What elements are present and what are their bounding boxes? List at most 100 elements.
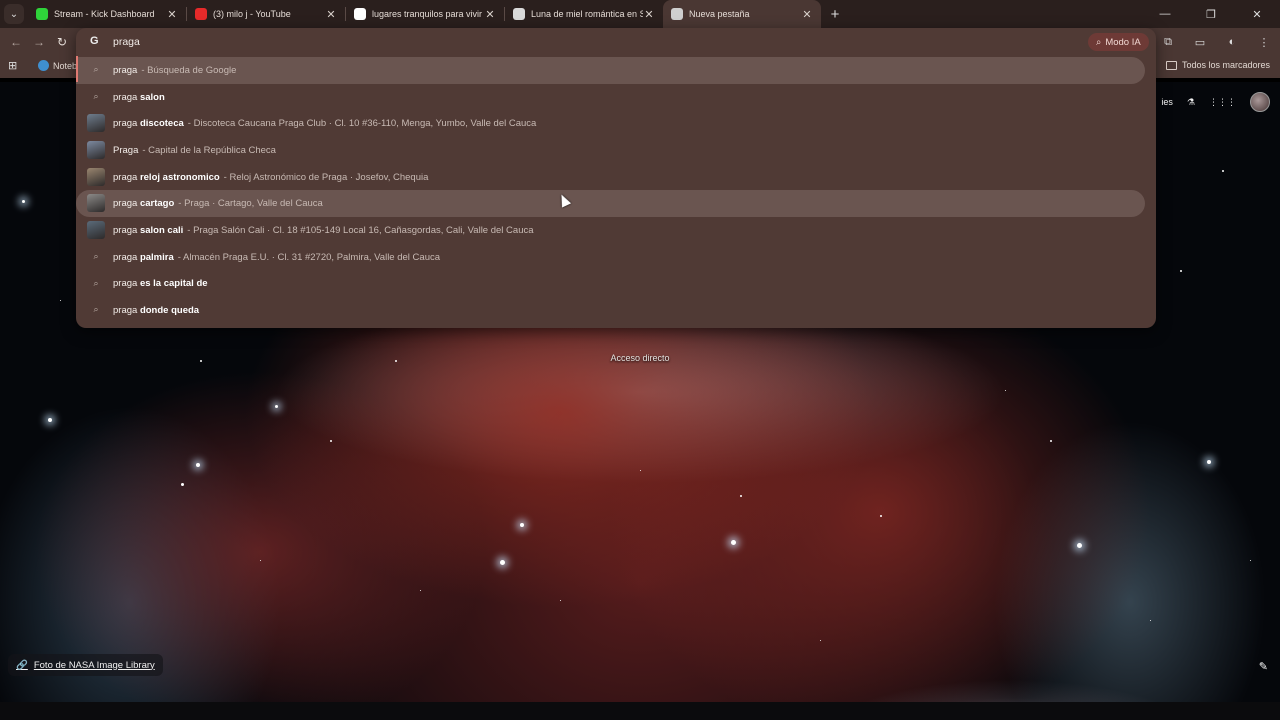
star <box>200 360 202 362</box>
suggestion-detail: - Almacén Praga E.U. · Cl. 31 #2720, Pal… <box>177 251 441 263</box>
suggestion-row[interactable]: ⌕ praga salon <box>76 84 1156 111</box>
suggestion-row[interactable]: ⌕ praga - Búsqueda de Google <box>76 57 1145 84</box>
suggestion-completion: es la capital de <box>139 278 208 290</box>
suggestion-text: praga salon cali <box>113 225 183 236</box>
apps-grid-icon[interactable]: ⊞ <box>8 60 20 72</box>
suggestion-detail: - Capital de la República Checa <box>142 144 276 156</box>
star <box>1005 390 1006 391</box>
star <box>260 560 261 561</box>
close-tab-icon[interactable]: ✕ <box>325 8 337 21</box>
search-icon: ⌕ <box>93 304 99 315</box>
tab-item[interactable]: Stream - Kick Dashboard ✕ <box>28 0 186 28</box>
tab-search-button[interactable]: ⌄ <box>4 4 24 24</box>
tab-title: Stream - Kick Dashboard <box>54 9 155 19</box>
edit-pencil-icon[interactable]: ✎ <box>1259 660 1268 673</box>
suggestion-thumbnail <box>87 114 105 133</box>
star <box>196 463 200 467</box>
suggestion-row[interactable]: praga salon cali - Praga Salón Cali · Cl.… <box>76 217 1156 244</box>
close-tab-icon[interactable]: ✕ <box>166 8 178 21</box>
suggestion-row[interactable]: praga cartago - Praga · Cartago, Valle de… <box>76 190 1145 218</box>
bookmark-favicon-icon <box>38 60 49 71</box>
avatar[interactable] <box>1250 92 1270 112</box>
labs-flask-icon[interactable]: ⚗ <box>1187 97 1195 108</box>
star <box>48 418 52 422</box>
extensions-icon[interactable]: ⧉ <box>1156 36 1180 49</box>
star <box>1180 270 1182 272</box>
star <box>1077 543 1082 548</box>
google-icon <box>354 8 366 20</box>
star <box>1050 440 1052 442</box>
restore-icon[interactable]: ❐ <box>1188 8 1234 21</box>
new-tab-button[interactable]: + <box>825 6 845 23</box>
suggestion-query: praga <box>113 305 138 317</box>
omnibox-input[interactable]: G praga <box>76 28 1156 56</box>
star <box>1207 460 1211 464</box>
star <box>1222 170 1224 172</box>
chevron-down-icon: ⌄ <box>9 8 19 20</box>
suggestion-thumbnail <box>87 221 105 240</box>
side-panel-icon[interactable]: ▭ <box>1188 36 1212 49</box>
site-icon <box>513 8 525 20</box>
suggestion-detail: - Praga Salón Cali · Cl. 18 #105-149 Loc… <box>187 224 534 236</box>
suggestion-row[interactable]: praga discoteca - Discoteca Caucana Praga… <box>76 110 1156 137</box>
menu-icon[interactable]: ⋮ <box>1252 36 1276 49</box>
photo-credit-link[interactable]: 🔗 Foto de NASA Image Library <box>8 654 163 676</box>
tab-item[interactable]: Luna de miel romántica en Suiz✕ <box>505 0 663 28</box>
tab-item[interactable]: (3) milo j - YouTube ✕ <box>187 0 345 28</box>
youtube-icon <box>195 8 207 20</box>
suggestion-detail: - Discoteca Caucana Praga Club · Cl. 10 … <box>187 118 537 130</box>
suggestion-query: praga <box>113 171 138 183</box>
search-icon: ⌕ <box>93 250 99 261</box>
ntp-top-right: ies ⚗ ⋮⋮⋮ <box>1161 92 1270 112</box>
all-bookmarks-button[interactable]: Todos los marcadores <box>1165 60 1270 70</box>
suggestion-thumbnail <box>87 167 105 186</box>
star <box>330 440 332 442</box>
kick-icon <box>36 8 48 20</box>
all-bookmarks-label: Todos los marcadores <box>1181 60 1270 70</box>
suggestion-detail: - Praga · Cartago, Valle del Cauca <box>178 198 323 210</box>
suggestion-text: Praga <box>113 145 138 156</box>
star <box>820 640 821 641</box>
tab-item[interactable]: lugares tranquilos para vivir en ✕ <box>346 0 504 28</box>
bookmark-item[interactable]: Noteb <box>38 60 77 71</box>
star <box>560 600 561 601</box>
close-tab-icon[interactable]: ✕ <box>484 8 496 21</box>
star <box>1250 560 1251 561</box>
star <box>60 300 61 301</box>
star <box>640 470 641 471</box>
suggestion-completion: donde queda <box>139 305 200 317</box>
suggestion-row[interactable]: ⌕ praga donde queda <box>76 297 1156 324</box>
tab-title: (3) milo j - YouTube <box>213 9 291 19</box>
apps-grid-icon[interactable]: ⋮⋮⋮ <box>1209 97 1236 108</box>
reload-icon[interactable]: ↻ <box>54 34 70 50</box>
bookmark-label: Noteb <box>53 60 78 71</box>
shortcut-label[interactable]: Acceso directo <box>600 353 680 363</box>
suggestion-query: praga <box>113 91 138 103</box>
partial-link-label[interactable]: ies <box>1161 97 1173 107</box>
suggestion-row[interactable]: Praga - Capital de la República Checa <box>76 137 1156 164</box>
minimize-icon[interactable]: — <box>1142 8 1188 20</box>
ai-mode-button[interactable]: ⌕ Modo IA <box>1088 33 1149 51</box>
suggestion-list: ⌕ praga - Búsqueda de Google ⌕ praga salon pr… <box>76 57 1156 324</box>
suggestion-completion: reloj astronomico <box>139 171 220 183</box>
star <box>181 483 184 486</box>
tab-item[interactable]: Nueva pestaña ✕ <box>663 0 821 28</box>
forward-arrow-icon[interactable]: → <box>31 34 47 50</box>
tab-strip: ⌄ Stream - Kick Dashboard ✕ (3) milo j - Y… <box>0 0 1280 28</box>
search-icon: ⌕ <box>93 277 99 288</box>
chrome-icon <box>671 8 683 20</box>
suggestion-row[interactable]: ⌕ praga es la capital de <box>76 271 1156 298</box>
suggestion-detail: - Búsqueda de Google <box>141 64 237 76</box>
suggestion-row[interactable]: praga reloj astronomico - Reloj Astronómi… <box>76 164 1156 191</box>
suggestion-text: praga es la capital de <box>113 278 208 289</box>
close-tab-icon[interactable]: ✕ <box>643 8 655 21</box>
back-arrow-icon[interactable]: ← <box>8 34 24 50</box>
profile-icon[interactable]: ◐ <box>1220 36 1244 48</box>
focus-accent <box>76 56 78 82</box>
taskbar-strip <box>0 702 1280 720</box>
suggestion-row[interactable]: ⌕ praga palmira - Almacén Praga E.U. · Cl.… <box>76 244 1156 271</box>
close-window-icon[interactable]: ✕ <box>1234 8 1280 21</box>
suggestion-text: praga discoteca <box>113 118 184 129</box>
close-tab-icon[interactable]: ✕ <box>801 8 813 21</box>
omnibox-query[interactable]: praga <box>113 36 140 48</box>
